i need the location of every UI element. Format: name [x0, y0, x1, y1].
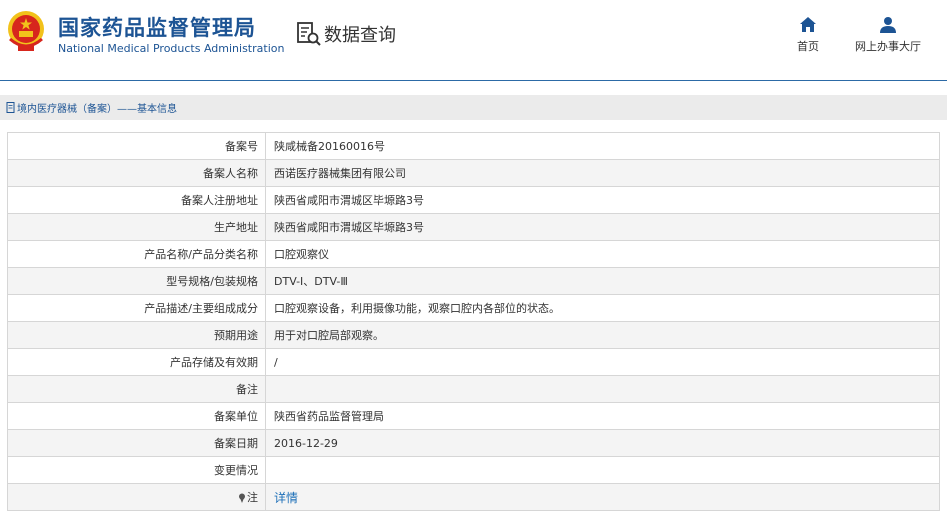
details-link[interactable]: 详情: [274, 491, 298, 505]
field-value: 陕西省咸阳市渭城区毕塬路3号: [265, 186, 940, 214]
field-label: 产品名称/产品分类名称: [7, 240, 266, 268]
field-value: DTV-Ⅰ、DTV-Ⅲ: [265, 267, 940, 295]
table-row: 产品名称/产品分类名称 口腔观察仪: [7, 240, 940, 268]
site-header: 国家药品监督管理局 National Medical Products Admi…: [0, 0, 947, 81]
record-table: 备案号 陕咸械备20160016号 备案人名称 西诺医疗器械集团有限公司 备案人注册地址…: [7, 132, 940, 511]
field-value: 2016-12-29: [265, 429, 940, 457]
table-row: 备注: [7, 375, 940, 403]
field-value: 西诺医疗器械集团有限公司: [265, 159, 940, 187]
field-value: 用于对口腔局部观察。: [265, 321, 940, 349]
note-value-cell: 详情: [265, 483, 940, 511]
field-label: 变更情况: [7, 456, 266, 484]
field-label: 备案单位: [7, 402, 266, 430]
query-title-text: 数据查询: [324, 25, 396, 46]
nav-home-label: 首页: [797, 40, 819, 53]
table-row: 预期用途 用于对口腔局部观察。: [7, 321, 940, 349]
field-label: 备案人注册地址: [7, 186, 266, 214]
nav-service-label: 网上办事大厅: [855, 40, 921, 53]
field-label: 产品存储及有效期: [7, 348, 266, 376]
field-label: 型号规格/包装规格: [7, 267, 266, 295]
note-label: 注: [247, 491, 258, 504]
field-label: 产品描述/主要组成成分: [7, 294, 266, 322]
nav-service-hall[interactable]: 网上办事大厅: [848, 16, 928, 54]
field-label: 预期用途: [7, 321, 266, 349]
field-value: /: [265, 348, 940, 376]
field-value: [265, 375, 940, 403]
table-row: 变更情况: [7, 456, 940, 484]
pin-icon: [239, 493, 245, 503]
table-row: 备案号 陕咸械备20160016号: [7, 132, 940, 160]
table-row: 备案单位 陕西省药品监督管理局: [7, 402, 940, 430]
field-value: 陕咸械备20160016号: [265, 132, 940, 160]
table-row: 产品描述/主要组成成分 口腔观察设备，利用摄像功能，观察口腔内各部位的状态。: [7, 294, 940, 322]
org-name-cn: 国家药品监督管理局: [58, 16, 256, 40]
national-emblem-icon: [8, 11, 44, 51]
field-value: 口腔观察仪: [265, 240, 940, 268]
note-label-cell: 注: [7, 483, 266, 511]
table-row: 备案人名称 西诺医疗器械集团有限公司: [7, 159, 940, 187]
table-row: 生产地址 陕西省咸阳市渭城区毕塬路3号: [7, 213, 940, 241]
document-icon: [6, 102, 15, 113]
field-label: 备案人名称: [7, 159, 266, 187]
table-row: 产品存储及有效期 /: [7, 348, 940, 376]
document-search-icon: [297, 22, 321, 46]
breadcrumb: 境内医疗器械（备案）——基本信息: [0, 95, 947, 120]
user-icon: [880, 17, 896, 33]
field-label: 生产地址: [7, 213, 266, 241]
field-label: 备案日期: [7, 429, 266, 457]
table-row: 备案人注册地址 陕西省咸阳市渭城区毕塬路3号: [7, 186, 940, 214]
field-value: 陕西省咸阳市渭城区毕塬路3号: [265, 213, 940, 241]
note-row: 注 详情: [7, 483, 940, 511]
org-name-en: National Medical Products Administration: [58, 42, 285, 55]
table-row: 备案日期 2016-12-29: [7, 429, 940, 457]
field-label: 备注: [7, 375, 266, 403]
nav-home[interactable]: 首页: [786, 16, 830, 54]
field-value: 口腔观察设备，利用摄像功能，观察口腔内各部位的状态。: [265, 294, 940, 322]
data-query-title: 数据查询: [296, 20, 396, 48]
table-row: 型号规格/包装规格 DTV-Ⅰ、DTV-Ⅲ: [7, 267, 940, 295]
field-value: [265, 456, 940, 484]
field-label: 备案号: [7, 132, 266, 160]
breadcrumb-text: 境内医疗器械（备案）——基本信息: [17, 104, 177, 115]
home-icon: [800, 17, 816, 32]
field-value: 陕西省药品监督管理局: [265, 402, 940, 430]
